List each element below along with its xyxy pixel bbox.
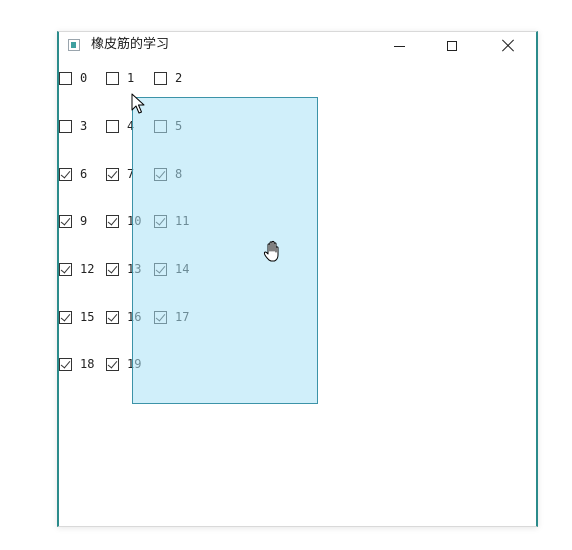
checkbox-checked-box[interactable] bbox=[154, 214, 167, 228]
checkbox-19[interactable]: 19 bbox=[106, 356, 141, 372]
checkbox-checked-box[interactable] bbox=[59, 214, 72, 228]
checkbox-label: 4 bbox=[127, 119, 135, 133]
checkbox-checked-box[interactable] bbox=[154, 167, 167, 181]
app-window-icon bbox=[68, 39, 80, 51]
checkbox-10[interactable]: 10 bbox=[106, 213, 141, 229]
checkbox-label: 16 bbox=[127, 310, 142, 324]
checkbox-label: 3 bbox=[80, 119, 88, 133]
checkbox-11[interactable]: 11 bbox=[154, 213, 189, 229]
checkbox-14[interactable]: 14 bbox=[154, 261, 189, 277]
checkbox-7[interactable]: 7 bbox=[106, 166, 134, 182]
window-title: 橡皮筋的学习 bbox=[91, 37, 170, 52]
checkbox-label: 8 bbox=[175, 167, 183, 181]
checkbox-checked-box[interactable] bbox=[59, 262, 72, 276]
checkbox-label: 14 bbox=[175, 262, 190, 276]
checkbox-13[interactable]: 13 bbox=[106, 261, 141, 277]
checkbox-label: 7 bbox=[127, 167, 135, 181]
checkbox-label: 2 bbox=[175, 71, 183, 85]
checkbox-label: 9 bbox=[80, 214, 88, 228]
app-window: 橡皮筋的学习 bbox=[57, 31, 538, 527]
checkbox-unchecked-box[interactable] bbox=[106, 119, 119, 133]
checkbox-label: 18 bbox=[80, 357, 95, 371]
checkbox-unchecked-box[interactable] bbox=[59, 119, 72, 133]
checkbox-label: 15 bbox=[80, 310, 95, 324]
checkbox-15[interactable]: 15 bbox=[59, 309, 94, 325]
maximize-button[interactable] bbox=[430, 32, 474, 60]
close-button[interactable] bbox=[486, 32, 530, 60]
checkbox-unchecked-box[interactable] bbox=[154, 71, 167, 85]
checkbox-label: 6 bbox=[80, 167, 88, 181]
checkbox-12[interactable]: 12 bbox=[59, 261, 94, 277]
checkbox-checked-box[interactable] bbox=[59, 357, 72, 371]
checkbox-9[interactable]: 9 bbox=[59, 213, 87, 229]
checkbox-6[interactable]: 6 bbox=[59, 166, 87, 182]
minimize-icon bbox=[393, 45, 405, 47]
checkbox-8[interactable]: 8 bbox=[154, 166, 182, 182]
minimize-button[interactable] bbox=[377, 32, 421, 60]
checkbox-label: 19 bbox=[127, 357, 142, 371]
checkbox-1[interactable]: 1 bbox=[106, 70, 134, 86]
checkbox-unchecked-box[interactable] bbox=[59, 71, 72, 85]
checkbox-5[interactable]: 5 bbox=[154, 118, 182, 134]
checkbox-4[interactable]: 4 bbox=[106, 118, 134, 134]
maximize-icon bbox=[447, 41, 457, 51]
checkbox-checked-box[interactable] bbox=[154, 310, 167, 324]
checkbox-checked-box[interactable] bbox=[154, 262, 167, 276]
title-bar[interactable]: 橡皮筋的学习 bbox=[59, 32, 536, 60]
checkbox-checked-box[interactable] bbox=[106, 167, 119, 181]
checkbox-unchecked-box[interactable] bbox=[154, 119, 167, 133]
close-icon bbox=[501, 39, 515, 53]
checkbox-label: 13 bbox=[127, 262, 142, 276]
checkbox-2[interactable]: 2 bbox=[154, 70, 182, 86]
checkbox-checked-box[interactable] bbox=[59, 167, 72, 181]
checkbox-18[interactable]: 18 bbox=[59, 356, 94, 372]
checkbox-0[interactable]: 0 bbox=[59, 70, 87, 86]
checkbox-3[interactable]: 3 bbox=[59, 118, 87, 134]
checkbox-16[interactable]: 16 bbox=[106, 309, 141, 325]
checkbox-17[interactable]: 17 bbox=[154, 309, 189, 325]
checkbox-label: 1 bbox=[127, 71, 135, 85]
checkbox-checked-box[interactable] bbox=[106, 214, 119, 228]
checkbox-checked-box[interactable] bbox=[59, 310, 72, 324]
checkbox-unchecked-box[interactable] bbox=[106, 71, 119, 85]
checkbox-label: 12 bbox=[80, 262, 95, 276]
checkbox-label: 17 bbox=[175, 310, 190, 324]
checkbox-label: 11 bbox=[175, 214, 190, 228]
desktop: 橡皮筋的学习 0 1 2 3 4 5 6 7 8 9 10 11 12 13 14 15 16 17 18 19 bbox=[0, 0, 572, 550]
checkbox-label: 0 bbox=[80, 71, 88, 85]
checkbox-label: 5 bbox=[175, 119, 183, 133]
checkbox-label: 10 bbox=[127, 214, 142, 228]
checkbox-checked-box[interactable] bbox=[106, 357, 119, 371]
checkbox-checked-box[interactable] bbox=[106, 310, 119, 324]
checkbox-checked-box[interactable] bbox=[106, 262, 119, 276]
